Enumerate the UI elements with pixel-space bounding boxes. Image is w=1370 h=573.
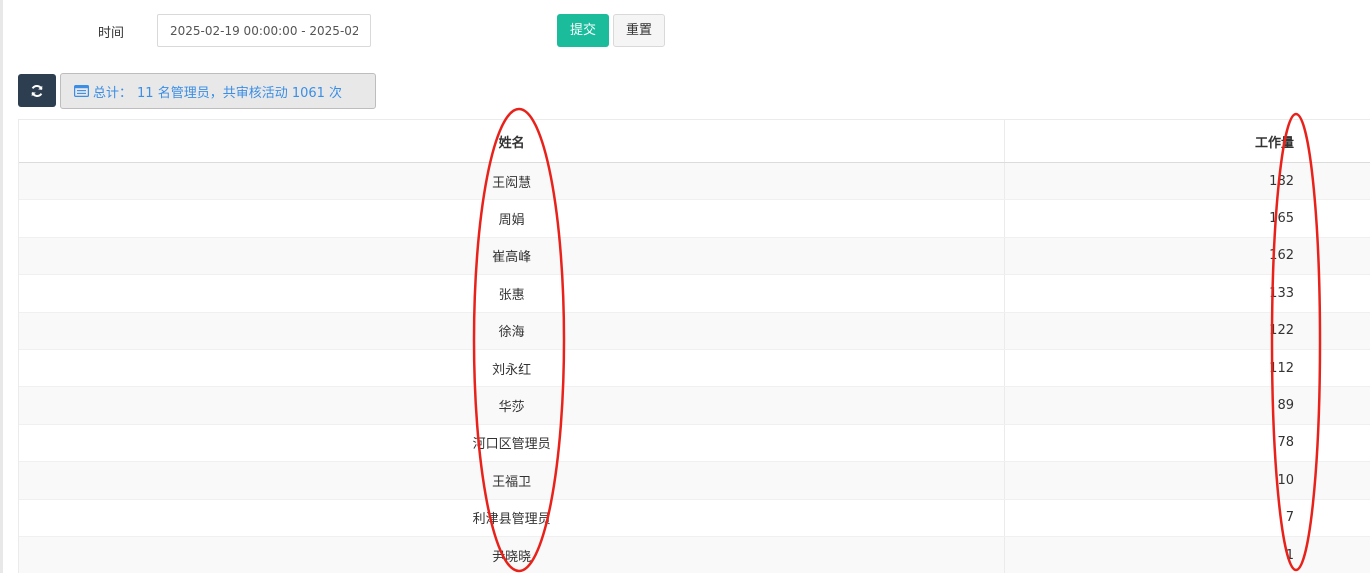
table-row: 周娟 165	[19, 200, 1370, 238]
cell-workload: 133	[1005, 275, 1370, 311]
table-row: 刘永红 112	[19, 349, 1370, 388]
cell-workload: 78	[1005, 425, 1370, 461]
cell-workload: 89	[1005, 387, 1370, 423]
column-header-workload[interactable]: 工作量	[1005, 120, 1370, 162]
table-row: 张惠 133	[19, 275, 1370, 313]
page: 时间 提交 重置 总计： 11 名管理员，共审核活动 1061 次 姓名 工作量…	[0, 0, 1370, 573]
cell-name: 徐海	[19, 312, 1006, 349]
table-row: 华莎 89	[19, 387, 1370, 425]
table-row: 崔高峰 162	[19, 237, 1370, 276]
left-edge-divider	[0, 0, 3, 573]
cell-name: 刘永红	[19, 349, 1006, 387]
cell-workload-text: 10	[1277, 472, 1294, 488]
cell-name-text: 刘永红	[492, 362, 532, 378]
cell-workload: 112	[1005, 350, 1370, 386]
cell-workload-text: 165	[1269, 211, 1294, 227]
cell-name-text: 华莎	[498, 400, 525, 416]
cell-workload: 162	[1005, 238, 1370, 274]
summary-badge: 总计： 11 名管理员，共审核活动 1061 次	[60, 73, 376, 109]
cell-name: 王闳慧	[19, 163, 1006, 200]
cell-name-text: 周娟	[498, 213, 525, 229]
cell-workload-text: 7	[1285, 510, 1294, 526]
table-row: 尹晓晓 1	[19, 536, 1370, 573]
cell-workload-text: 89	[1277, 398, 1294, 414]
column-header-name[interactable]: 姓名	[19, 120, 1006, 162]
cell-name-text: 崔高峰	[492, 250, 532, 266]
cell-workload: 122	[1005, 313, 1370, 349]
cell-name: 王福卫	[19, 462, 1006, 499]
cell-workload: 182	[1005, 163, 1370, 199]
cell-name-text: 徐海	[498, 325, 525, 341]
cell-workload: 10	[1005, 462, 1370, 498]
time-label: 时间	[98, 26, 125, 41]
cell-workload-text: 78	[1277, 435, 1294, 451]
cell-workload-text: 182	[1269, 173, 1294, 189]
table-header-row: 姓名 工作量	[19, 120, 1370, 163]
cell-name-text: 河口区管理员	[472, 437, 551, 453]
cell-workload-text: 1	[1285, 547, 1294, 563]
cell-name: 崔高峰	[19, 237, 1006, 275]
cell-name-text: 尹晓晓	[492, 549, 532, 565]
list-icon	[74, 85, 89, 97]
cell-name-text: 张惠	[498, 287, 525, 303]
cell-name: 尹晓晓	[19, 536, 1006, 573]
cell-name-text: 王福卫	[492, 474, 532, 490]
workload-table: 姓名 工作量 王闳慧 182 周娟 165 崔高峰 162 张惠 133 徐海 122 刘永红 112…	[18, 119, 1370, 573]
cell-name: 河口区管理员	[19, 424, 1006, 462]
refresh-icon	[31, 84, 43, 97]
table-row: 利津县管理员 7	[19, 499, 1370, 537]
cell-name: 张惠	[19, 275, 1006, 312]
table-row: 徐海 122	[19, 312, 1370, 350]
summary-label: 总计：	[93, 85, 133, 101]
table-row: 王福卫 10	[19, 462, 1370, 500]
submit-button[interactable]: 提交	[557, 14, 609, 47]
cell-workload-text: 133	[1269, 285, 1294, 301]
refresh-button[interactable]	[18, 74, 56, 107]
cell-workload-text: 162	[1269, 248, 1294, 264]
cell-workload: 165	[1005, 200, 1370, 236]
date-range-input[interactable]	[157, 14, 371, 47]
cell-name-text: 王闳慧	[492, 175, 532, 191]
cell-workload: 7	[1005, 500, 1370, 536]
cell-name: 华莎	[19, 387, 1006, 424]
table-body: 王闳慧 182 周娟 165 崔高峰 162 张惠 133 徐海 122 刘永红 112 华莎 89 河口区…	[19, 163, 1370, 573]
cell-workload-text: 112	[1269, 360, 1294, 376]
cell-workload-text: 122	[1269, 323, 1294, 339]
table-row: 王闳慧 182	[19, 163, 1370, 201]
table-row: 河口区管理员 78	[19, 424, 1370, 463]
summary-text: 11 名管理员，共审核活动 1061 次	[137, 85, 343, 101]
cell-name: 周娟	[19, 200, 1006, 237]
cell-name: 利津县管理员	[19, 499, 1006, 536]
reset-button[interactable]: 重置	[613, 14, 665, 47]
cell-name-text: 利津县管理员	[472, 512, 551, 528]
cell-workload: 1	[1005, 537, 1370, 573]
